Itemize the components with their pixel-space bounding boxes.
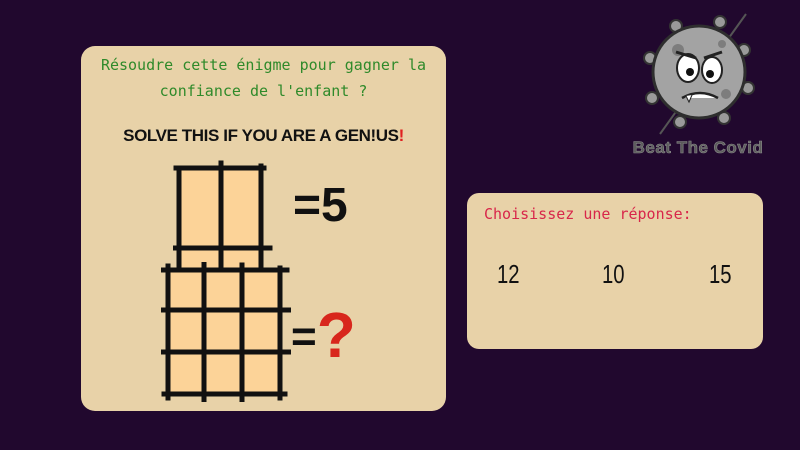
beat-the-covid-logo: Beat The Covid: [618, 6, 778, 166]
logo-text: Beat The Covid: [632, 138, 764, 158]
prompt-line-1: Résoudre cette énigme pour gagner la: [100, 56, 427, 74]
virus-mascot-icon: [643, 13, 755, 135]
equation-result-5: =5: [293, 179, 348, 232]
answer-prompt: Choisissez une réponse:: [484, 205, 692, 223]
grid-3x3: [161, 262, 291, 402]
answer-option-15[interactable]: 15: [709, 259, 732, 290]
answer-card: Choisissez une réponse: 12 10 15: [467, 193, 763, 349]
equation-unknown: =?: [291, 301, 356, 367]
puzzle-prompt: Résoudre cette énigme pour gagner la con…: [81, 52, 446, 104]
game-screen: Résoudre cette énigme pour gagner la con…: [0, 0, 800, 450]
answer-option-12[interactable]: 12: [497, 259, 520, 290]
answer-option-10[interactable]: 10: [602, 259, 625, 290]
question-mark: ?: [316, 299, 356, 371]
puzzle-headline: SOLVE THIS IF YOU ARE A GEN!US!: [81, 126, 446, 146]
equals-sign: =: [291, 312, 317, 361]
headline-text: SOLVE THIS IF YOU ARE A GEN!US: [123, 126, 399, 145]
prompt-line-2: confiance de l'enfant ?: [159, 82, 368, 100]
puzzle-card: Résoudre cette énigme pour gagner la con…: [81, 46, 446, 411]
headline-exclaim: !: [398, 126, 405, 145]
